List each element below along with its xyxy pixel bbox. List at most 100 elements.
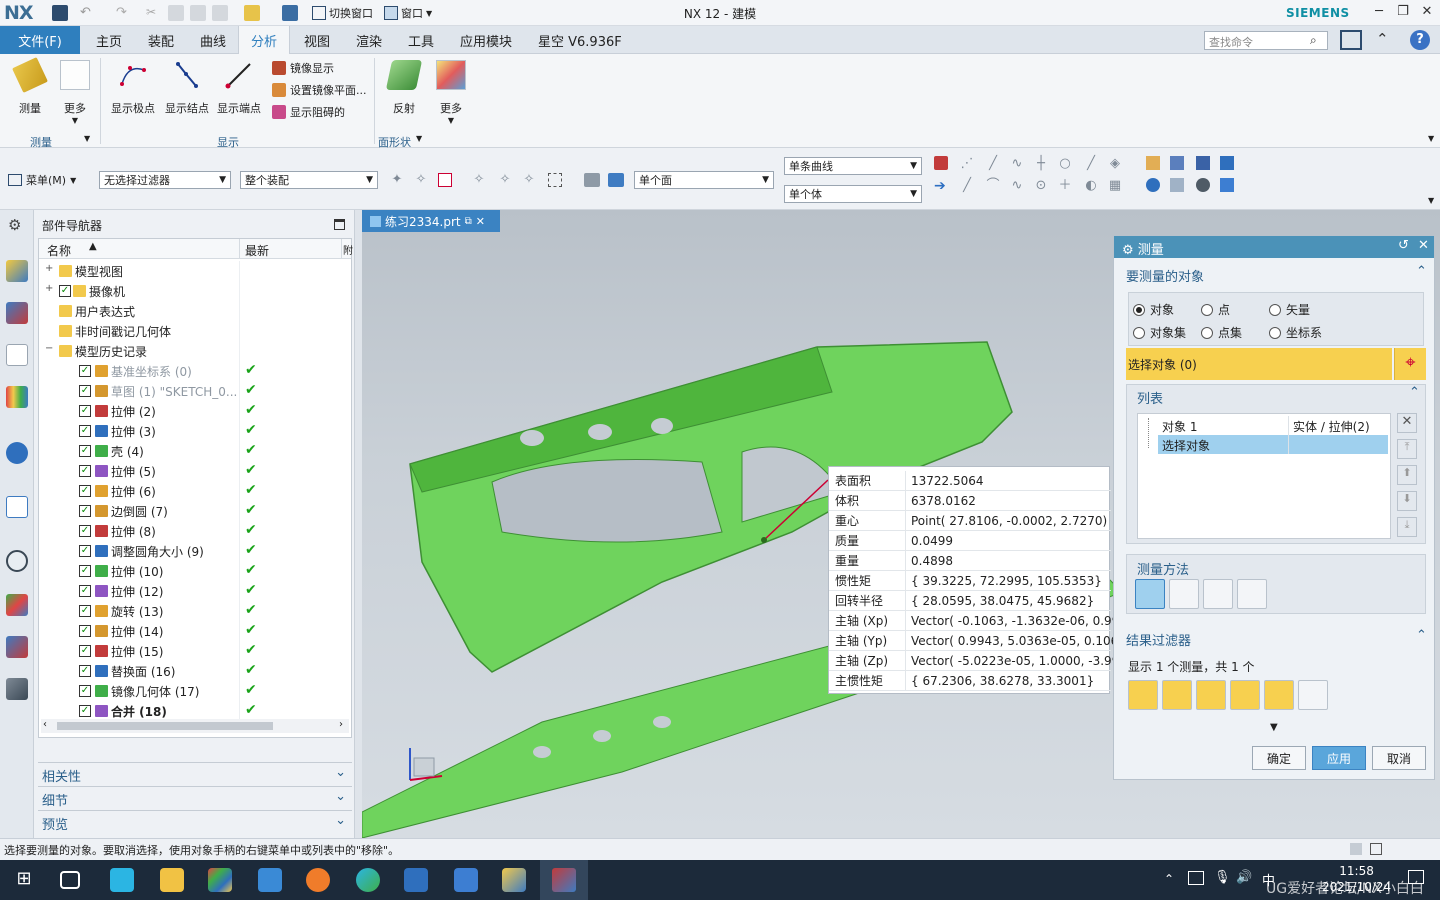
tab-application[interactable]: 应用模块 bbox=[460, 26, 512, 54]
process-studio-icon[interactable] bbox=[6, 636, 28, 658]
snap-bounded-icon[interactable]: ▦ bbox=[1108, 179, 1122, 193]
maximize-panel-icon[interactable] bbox=[334, 219, 345, 230]
tree-row[interactable]: ✓ 合并 (18) ✔ bbox=[39, 701, 351, 721]
snap-curve-icon[interactable]: ∿ bbox=[1010, 157, 1024, 171]
cube-select-icon[interactable] bbox=[608, 173, 624, 187]
visibility-checkbox[interactable]: ✓ bbox=[79, 545, 91, 557]
tree-row[interactable]: ✓ 拉伸 (5) ✔ bbox=[39, 461, 351, 481]
method-length-icon[interactable] bbox=[1237, 579, 1267, 609]
microphone-icon[interactable]: 🎙 bbox=[1214, 870, 1231, 885]
snap-intersection-icon[interactable]: ┼ bbox=[1034, 157, 1048, 171]
info-icon[interactable] bbox=[6, 442, 28, 464]
section-dependencies[interactable]: 相关性 ⌄ bbox=[38, 762, 352, 785]
filter-angle-icon[interactable] bbox=[1162, 680, 1192, 710]
tab-home[interactable]: 主页 bbox=[96, 26, 122, 54]
close-icon[interactable]: ✕ bbox=[1418, 238, 1429, 253]
full-screen-icon[interactable] bbox=[1340, 30, 1362, 50]
tab-assembly[interactable]: 装配 bbox=[148, 26, 174, 54]
group-expand-icon[interactable]: ▼ bbox=[84, 134, 90, 143]
snap-mid-icon[interactable]: ⌒ bbox=[986, 179, 1000, 193]
visibility-checkbox[interactable]: ✓ bbox=[79, 645, 91, 657]
radio-csys[interactable]: 坐标系 bbox=[1269, 324, 1322, 341]
section-preview[interactable]: 预览 ⌄ bbox=[38, 810, 352, 833]
move-up-icon[interactable]: ⬆ bbox=[1397, 465, 1417, 485]
tree-row[interactable]: + ✓ 摄像机 bbox=[39, 281, 351, 301]
show-blocking-button[interactable]: 显示阻碍的 bbox=[272, 102, 345, 122]
cut-icon[interactable]: ✂ bbox=[146, 5, 162, 21]
reuse-library-icon[interactable] bbox=[6, 386, 28, 408]
snap-end-icon[interactable]: ╱ bbox=[960, 179, 974, 193]
visibility-checkbox[interactable]: ✓ bbox=[79, 585, 91, 597]
chevron-up-icon[interactable]: ⌃ bbox=[1416, 264, 1427, 279]
snap-line-icon[interactable]: ╱ bbox=[986, 157, 1000, 171]
snap-grid-icon[interactable]: ⋰ bbox=[960, 157, 974, 171]
tree-row[interactable]: ✓ 拉伸 (6) ✔ bbox=[39, 481, 351, 501]
radio-object-set[interactable]: 对象集 bbox=[1133, 324, 1186, 341]
tool-icon[interactable] bbox=[502, 868, 526, 892]
close-icon[interactable]: ✕ bbox=[1418, 4, 1436, 19]
objects-section-title[interactable]: 要测量的对象 bbox=[1126, 266, 1204, 285]
tree-row[interactable]: ✓ 拉伸 (14) ✔ bbox=[39, 621, 351, 641]
firefox-icon[interactable] bbox=[306, 868, 330, 892]
constraint-navigator-icon[interactable] bbox=[6, 302, 28, 324]
edge-icon[interactable] bbox=[356, 868, 380, 892]
method-projected-icon[interactable] bbox=[1169, 579, 1199, 609]
view-tool-icon[interactable] bbox=[1196, 178, 1210, 192]
visibility-checkbox[interactable]: ✓ bbox=[79, 525, 91, 537]
sort-ascending-icon[interactable]: ▲ bbox=[89, 241, 97, 252]
chevron-up-icon[interactable]: ⌃ bbox=[1409, 385, 1420, 400]
box-select-icon[interactable] bbox=[438, 173, 452, 187]
cancel-button[interactable]: 取消 bbox=[1372, 746, 1426, 770]
snap-icon[interactable]: ✧ bbox=[414, 173, 428, 187]
reset-icon[interactable]: ↺ bbox=[1398, 238, 1409, 253]
type-filter-select[interactable]: 无选择过滤器 ▼ bbox=[99, 171, 231, 189]
part-navigator-icon[interactable] bbox=[6, 344, 28, 366]
visibility-checkbox[interactable]: ✓ bbox=[59, 285, 71, 297]
show-endpoints-button[interactable]: 显示端点 bbox=[214, 60, 264, 116]
copy-icon[interactable] bbox=[168, 5, 184, 21]
ribbon-options-icon[interactable]: ▼ bbox=[1428, 134, 1434, 143]
move-top-icon[interactable]: ⤒ bbox=[1397, 439, 1417, 459]
tab-curve[interactable]: 曲线 bbox=[200, 26, 226, 54]
tree-row[interactable]: 用户表达式 bbox=[39, 301, 351, 321]
column-extra[interactable]: 附 bbox=[343, 242, 353, 257]
visibility-checkbox[interactable]: ✓ bbox=[79, 685, 91, 697]
visibility-checkbox[interactable]: ✓ bbox=[79, 705, 91, 717]
tab-render[interactable]: 渲染 bbox=[356, 26, 382, 54]
security-icon[interactable] bbox=[454, 868, 478, 892]
snap-control-icon[interactable]: ∿ bbox=[1010, 179, 1024, 193]
visibility-checkbox[interactable]: ✓ bbox=[79, 465, 91, 477]
show-poles-button[interactable]: 显示极点 bbox=[108, 60, 158, 116]
snap-tangent-icon[interactable]: ╱ bbox=[1084, 157, 1098, 171]
chevron-up-icon[interactable]: ⌃ bbox=[1416, 628, 1427, 643]
nx-taskbar-button[interactable] bbox=[540, 860, 588, 900]
roles-icon[interactable] bbox=[6, 678, 28, 700]
scrollbar-thumb[interactable] bbox=[57, 722, 273, 730]
view-tool-icon[interactable] bbox=[1220, 156, 1234, 170]
expand-more-icon[interactable]: ▼ bbox=[1270, 722, 1278, 733]
tree-row[interactable]: 非时间戳记几何体 bbox=[39, 321, 351, 341]
palette-icon[interactable] bbox=[6, 594, 28, 616]
tree-row[interactable]: ✓ 草图 (1) "SKETCH_0... ✔ bbox=[39, 381, 351, 401]
visibility-checkbox[interactable]: ✓ bbox=[79, 445, 91, 457]
window-menu-button[interactable]: 窗口 ▼ bbox=[384, 5, 432, 21]
apply-button[interactable]: 应用 bbox=[1312, 746, 1366, 770]
radio-vector[interactable]: 矢量 bbox=[1269, 301, 1310, 318]
close-tab-icon[interactable]: ✕ bbox=[476, 215, 485, 228]
view-tool-icon[interactable] bbox=[1170, 178, 1184, 192]
expand-icon[interactable]: + bbox=[45, 283, 53, 294]
result-filter-title[interactable]: 结果过滤器 bbox=[1126, 630, 1191, 649]
visibility-checkbox[interactable]: ✓ bbox=[79, 365, 91, 377]
tree-row[interactable]: ✓ 拉伸 (2) ✔ bbox=[39, 401, 351, 421]
tree-row[interactable]: ✓ 调整圆角大小 (9) ✔ bbox=[39, 541, 351, 561]
horizontal-scrollbar[interactable]: ‹ › bbox=[41, 719, 349, 733]
method-screen-icon[interactable] bbox=[1203, 579, 1233, 609]
radio-point[interactable]: 点 bbox=[1201, 301, 1230, 318]
media-player-icon[interactable] bbox=[110, 868, 134, 892]
crosshair-icon[interactable]: ⌖ bbox=[1394, 348, 1426, 380]
tab-analysis[interactable]: 分析 bbox=[238, 26, 290, 55]
network-icon[interactable] bbox=[1188, 871, 1204, 885]
toolbar-options-icon[interactable]: ▼ bbox=[1428, 196, 1434, 205]
undo-icon[interactable]: ↶ bbox=[80, 5, 96, 21]
visibility-checkbox[interactable]: ✓ bbox=[79, 665, 91, 677]
